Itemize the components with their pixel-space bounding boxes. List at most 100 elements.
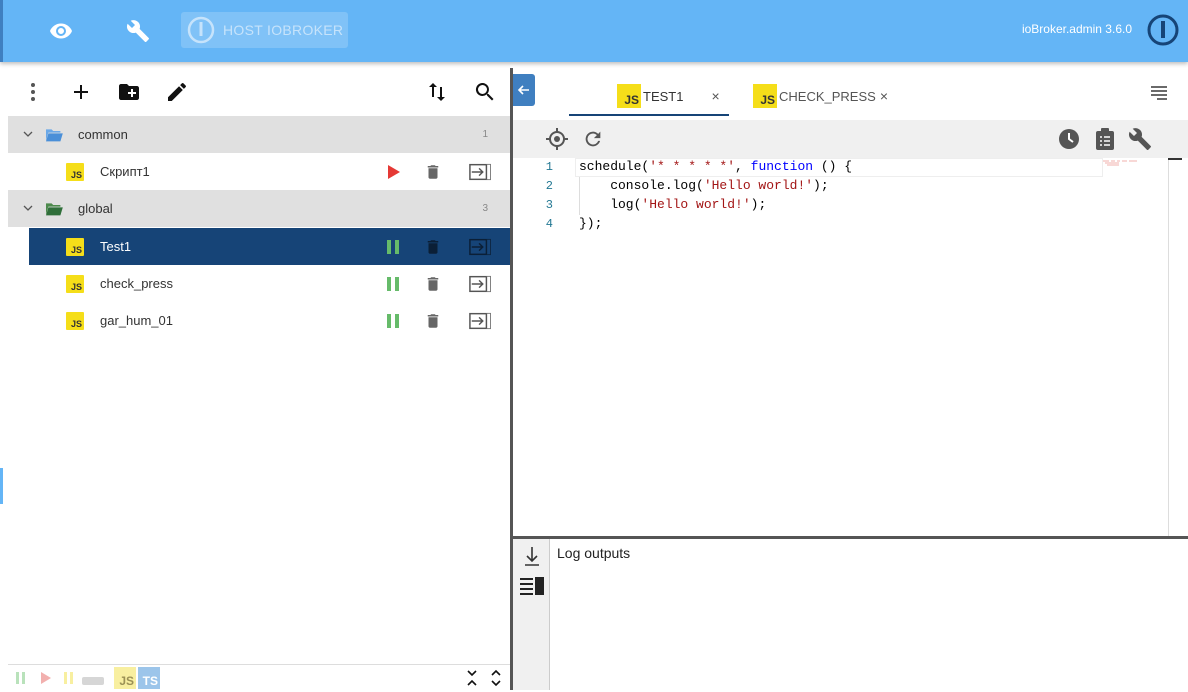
line-number: 3 <box>545 198 553 212</box>
restart-icon[interactable] <box>580 126 606 152</box>
host-selector-button[interactable]: HOST IOBROKER <box>181 12 348 48</box>
eye-icon[interactable] <box>44 14 78 48</box>
script-name: Скрипт1 <box>100 164 150 179</box>
script-row-test1[interactable]: JS Test1 <box>29 228 510 265</box>
tab-check-press[interactable]: JS CHECK_PRESS × <box>753 76 888 116</box>
tab-label: TEST1 <box>643 88 684 104</box>
export-icon[interactable] <box>469 310 491 332</box>
js-script-icon: JS <box>753 84 777 108</box>
pause-icon[interactable] <box>382 236 404 258</box>
wrench-icon[interactable] <box>121 14 155 48</box>
sort-icon[interactable] <box>423 78 451 106</box>
folder-count: 3 <box>482 203 488 214</box>
script-name: gar_hum_01 <box>100 313 173 328</box>
top-app-bar: HOST IOBROKER ioBroker.admin 3.6.0 <box>0 0 1188 62</box>
admin-version: ioBroker.admin 3.6.0 <box>1021 22 1132 36</box>
js-script-icon: JS <box>66 312 84 330</box>
script-name: check_press <box>100 276 173 291</box>
tab-label: CHECK_PRESS <box>779 88 876 104</box>
pause-icon[interactable] <box>382 273 404 295</box>
export-icon[interactable] <box>469 236 491 258</box>
folder-open-icon <box>46 203 63 216</box>
delete-icon[interactable] <box>422 273 444 295</box>
script-row-gar-hum-01[interactable]: JS gar_hum_01 <box>8 302 510 339</box>
log-layout-icon[interactable] <box>518 573 546 599</box>
script-row-skript1[interactable]: JS Скрипт1 <box>8 153 510 190</box>
code-line: 2 console.log('Hello world!'); <box>513 177 1168 196</box>
add-folder-button[interactable] <box>115 78 143 106</box>
expand-all-icon[interactable] <box>488 669 504 692</box>
line-number: 1 <box>545 160 553 174</box>
folder-name: global <box>78 201 113 216</box>
export-icon[interactable] <box>469 161 491 183</box>
folder-count: 1 <box>482 129 488 140</box>
script-name: Test1 <box>100 239 132 254</box>
code-text: }); <box>579 216 603 231</box>
left-accent-strip <box>0 0 3 62</box>
delete-icon[interactable] <box>422 161 444 183</box>
folder-row-common[interactable]: common 1 <box>8 116 510 153</box>
code-line: 3 log('Hello world!'); <box>513 196 1168 215</box>
search-icon[interactable] <box>471 78 499 106</box>
line-number: 2 <box>545 179 553 193</box>
close-icon[interactable]: × <box>880 88 888 104</box>
clock-icon[interactable] <box>1056 126 1082 152</box>
script-row-check-press[interactable]: JS check_press <box>8 265 510 302</box>
filter-js-icon[interactable]: JS <box>114 667 136 689</box>
tree-filter-bar: JS TS <box>8 664 510 690</box>
code-line: 4 }); <box>513 215 1168 234</box>
collapse-all-icon[interactable] <box>464 669 480 692</box>
scroll-to-bottom-icon[interactable] <box>518 543 546 569</box>
log-panel: Log outputs <box>513 536 1188 690</box>
line-number: 4 <box>545 217 553 231</box>
folder-row-global[interactable]: global 3 <box>8 190 510 227</box>
code-line: 1 schedule('* * * * *', function () { <box>513 158 1168 177</box>
pause-icon[interactable] <box>382 310 404 332</box>
delete-icon[interactable] <box>422 236 444 258</box>
tab-test1[interactable]: JS TEST1 × <box>617 76 720 116</box>
clipboard-icon[interactable] <box>1092 126 1118 152</box>
editor-panel: JS TEST1 × JS CHECK_PRESS × 1 schedule('… <box>513 68 1188 690</box>
host-label: HOST IOBROKER <box>223 22 344 38</box>
js-script-icon: JS <box>66 238 84 256</box>
filter-running-icon[interactable] <box>14 671 28 690</box>
filter-ts-icon[interactable]: TS <box>138 667 160 689</box>
editor-scrollbar[interactable] <box>1168 158 1182 536</box>
filter-stopped-icon[interactable] <box>38 671 52 690</box>
scrollbar-marker <box>1168 158 1182 160</box>
code-text: schedule('* * * * *', function () { <box>579 159 853 174</box>
menu-icon[interactable] <box>1148 82 1170 107</box>
log-content <box>551 539 1188 690</box>
editor-toolbar <box>513 120 1188 158</box>
js-script-icon: JS <box>66 163 84 181</box>
chevron-down-icon[interactable] <box>22 202 34 214</box>
iobroker-logo-icon[interactable] <box>1146 13 1180 52</box>
delete-icon[interactable] <box>422 310 444 332</box>
iobroker-logo-icon <box>187 16 215 44</box>
active-tab-indicator <box>569 114 729 116</box>
editor-tabs: JS TEST1 × JS CHECK_PRESS × <box>513 68 1188 118</box>
code-editor[interactable]: 1 schedule('* * * * *', function () { 2 … <box>513 158 1168 536</box>
filter-paused-icon[interactable] <box>62 671 76 690</box>
js-script-icon: JS <box>66 275 84 293</box>
play-icon[interactable] <box>382 161 404 183</box>
collapse-tree-button[interactable] <box>513 74 535 106</box>
filter-blockly-icon[interactable] <box>82 673 104 691</box>
edit-icon[interactable] <box>163 78 191 106</box>
add-script-button[interactable] <box>67 78 95 106</box>
script-tree-panel: common 1 JS Скрипт1 global 3 JS Test1 JS… <box>8 68 510 690</box>
chevron-down-icon[interactable] <box>22 128 34 140</box>
indent-guide <box>579 177 580 215</box>
folder-open-icon <box>46 129 63 142</box>
log-title: Log outputs <box>557 545 631 561</box>
code-text: console.log('Hello world!'); <box>579 178 829 193</box>
export-icon[interactable] <box>469 273 491 295</box>
locate-icon[interactable] <box>544 126 570 152</box>
left-edge-accent <box>0 468 3 504</box>
minimap[interactable] <box>1103 160 1139 166</box>
arrow-left-icon <box>517 85 529 95</box>
more-vert-icon[interactable] <box>19 78 47 106</box>
wrench-icon[interactable] <box>1127 126 1153 152</box>
code-text: log('Hello world!'); <box>579 197 767 212</box>
close-icon[interactable]: × <box>711 88 719 104</box>
